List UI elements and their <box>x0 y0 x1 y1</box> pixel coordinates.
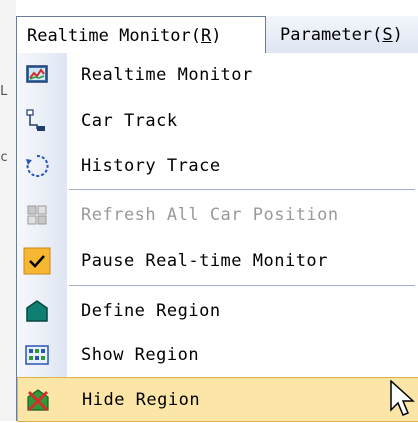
hide-region-icon <box>27 389 49 412</box>
menu-item-label: Refresh All Car Position <box>81 205 339 225</box>
menu-item-label: Car Track <box>81 111 178 131</box>
refresh-grid-icon <box>27 205 47 225</box>
menu-item-label: Realtime Monitor <box>81 65 253 85</box>
menu-item-label: Hide Region <box>82 390 201 410</box>
show-region-grid-icon <box>25 345 49 365</box>
menu-item-refresh-all-car-position[interactable]: Refresh All Car Position <box>17 193 418 238</box>
menu-realtime-monitor[interactable]: Realtime Monitor(R) <box>16 16 266 54</box>
background-fragment: c <box>0 150 8 165</box>
menu-item-realtime-monitor[interactable]: Realtime Monitor <box>17 53 418 98</box>
monitor-chart-icon <box>26 65 48 83</box>
menu-item-define-region[interactable]: Define Region <box>17 289 418 334</box>
menu-parameter-label: Parameter <box>280 25 373 45</box>
background-window-edge: L c <box>0 0 16 421</box>
region-polygon-icon <box>26 300 48 322</box>
menu-item-history-trace[interactable]: History Trace <box>17 144 418 189</box>
menu-item-pause-realtime-monitor[interactable]: Pause Real-time Monitor <box>17 239 418 284</box>
menu-item-car-track[interactable]: Car Track <box>17 99 418 144</box>
menu-parameter-accelerator: S <box>382 25 393 45</box>
mouse-pointer-icon <box>390 380 415 416</box>
menu-realtime-monitor-accelerator: R <box>201 26 212 46</box>
menu-item-label: History Trace <box>81 156 221 176</box>
menu-item-label: Pause Real-time Monitor <box>81 251 328 271</box>
menu-item-hide-region[interactable]: Hide Region <box>17 377 418 422</box>
realtime-monitor-dropdown: Realtime Monitor Car Track History Trace… <box>16 53 418 422</box>
menu-realtime-monitor-label: Realtime Monitor <box>27 26 191 46</box>
track-path-icon <box>26 109 45 131</box>
menu-item-show-region[interactable]: Show Region <box>17 333 418 378</box>
circular-trace-icon <box>26 154 49 177</box>
menu-bar: Realtime Monitor(R) Parameter(S) <box>16 16 418 54</box>
menu-item-label: Define Region <box>81 301 221 321</box>
checkmark-icon <box>23 247 51 275</box>
menu-parameter[interactable]: Parameter(S) <box>268 16 418 54</box>
menu-item-label: Show Region <box>81 345 200 365</box>
background-fragment: L <box>0 84 8 99</box>
